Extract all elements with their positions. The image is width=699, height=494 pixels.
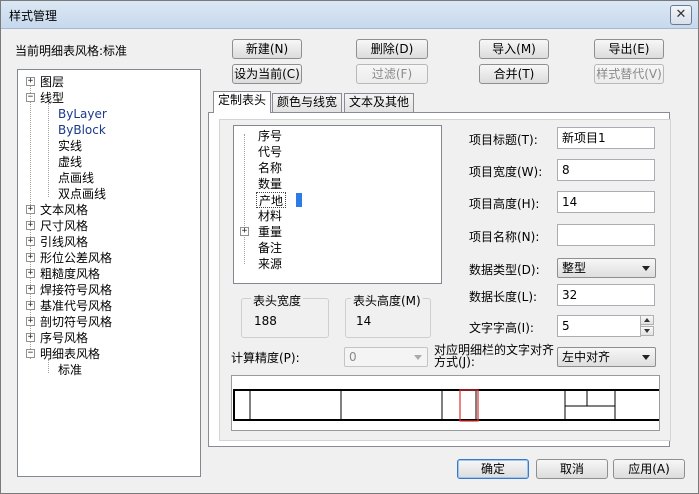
precision-label: 计算精度(P): (231, 351, 300, 365)
data-length-input[interactable]: 32 (557, 284, 655, 306)
selection-marker (296, 193, 302, 207)
header-width-label: 表头宽度 (251, 292, 304, 309)
tab-custom-header[interactable]: 定制表头 (213, 91, 272, 113)
alignment-label: 对应明细栏的文字对齐 方式(J): (434, 343, 555, 369)
data-type-label: 数据类型(D): (469, 263, 540, 277)
list-item[interactable]: 来源 (258, 256, 282, 272)
style-manager-dialog: 样式管理 ✕ 当前明细表风格:标准 新建(N) 删除(D) 导入(M) 导出(E… (0, 0, 699, 494)
chevron-down-icon (414, 355, 422, 360)
expand-icon[interactable]: + (26, 77, 35, 86)
merge-button[interactable]: 合并(T) (479, 64, 549, 84)
collapse-icon[interactable]: − (26, 93, 35, 102)
tree-item-double-dashdot[interactable]: 双点画线 (58, 186, 106, 202)
tree-item-bylayer[interactable]: ByLayer (58, 106, 107, 122)
export-button[interactable]: 导出(E) (594, 39, 664, 59)
tree-item-solid[interactable]: 实线 (58, 138, 82, 154)
precision-select[interactable]: 0 (344, 347, 428, 367)
list-item-selected[interactable]: 产地 (256, 192, 287, 208)
header-field-list[interactable]: 序号 代号 名称 数量 产地 材料 + 重量 备注 来源 (233, 125, 442, 284)
import-button[interactable]: 导入(M) (479, 39, 549, 59)
list-item[interactable]: 材料 (258, 208, 282, 224)
expand-icon[interactable]: + (26, 205, 35, 214)
expand-icon[interactable]: + (26, 253, 35, 262)
item-name-label: 项目名称(N): (469, 230, 540, 244)
list-item[interactable]: 名称 (258, 160, 282, 176)
list-item[interactable]: 序号 (258, 128, 282, 144)
header-height-value: 14 (356, 314, 372, 328)
expand-icon[interactable]: + (26, 285, 35, 294)
expand-icon[interactable]: + (26, 317, 35, 326)
current-style-label: 当前明细表风格:标准 (15, 44, 128, 58)
data-type-select[interactable]: 整型 (557, 258, 656, 278)
item-title-label: 项目标题(T): (469, 133, 538, 147)
expand-icon[interactable]: + (26, 333, 35, 342)
alignment-select[interactable]: 左中对齐 (557, 347, 656, 367)
item-height-input[interactable]: 14 (557, 191, 655, 213)
tree-item-dashed[interactable]: 虚线 (58, 154, 82, 170)
header-preview-drawing (233, 389, 659, 422)
expand-icon[interactable]: + (26, 237, 35, 246)
item-name-input[interactable] (557, 224, 655, 246)
ok-button[interactable]: 确定 (457, 459, 529, 479)
arrow-down-icon (644, 329, 650, 333)
item-title-input[interactable]: 新项目1 (557, 127, 655, 149)
apply-button[interactable]: 应用(A) (613, 459, 685, 479)
item-height-label: 项目高度(H): (469, 197, 540, 211)
data-length-label: 数据长度(L): (469, 290, 538, 304)
arrow-up-icon (644, 318, 650, 322)
expand-icon[interactable]: + (26, 301, 35, 310)
tree-item-byblock[interactable]: ByBlock (58, 122, 106, 138)
list-item[interactable]: 重量 (258, 224, 282, 240)
delete-button[interactable]: 删除(D) (356, 39, 428, 59)
close-icon: ✕ (675, 7, 687, 22)
spin-up-button[interactable] (640, 315, 654, 325)
text-height-label: 文字字高(I): (469, 321, 534, 335)
replace-style-button[interactable]: 样式替代(V) (594, 64, 664, 84)
tab-color-linewidth[interactable]: 颜色与线宽 (272, 93, 343, 112)
header-height-label: 表头高度(M) (351, 292, 423, 309)
header-preview (231, 375, 660, 431)
list-item[interactable]: 备注 (258, 240, 282, 256)
new-button[interactable]: 新建(N) (232, 39, 302, 59)
expand-icon[interactable]: + (240, 227, 249, 236)
filter-button[interactable]: 过滤(F) (356, 64, 428, 84)
tab-text-other[interactable]: 文本及其他 (344, 93, 415, 112)
chevron-down-icon (642, 355, 650, 360)
chevron-down-icon (642, 266, 650, 271)
set-current-button[interactable]: 设为当前(C) (232, 64, 302, 84)
window-title: 样式管理 (9, 9, 58, 23)
expand-icon[interactable]: + (26, 269, 35, 278)
close-button[interactable]: ✕ (670, 5, 692, 25)
list-item[interactable]: 代号 (258, 144, 282, 160)
header-width-value: 188 (254, 314, 277, 328)
style-tree[interactable]: + 图层 − 线型 ByLayer ByBlock 实线 虚线 点画线 双点画线… (17, 69, 201, 477)
collapse-icon[interactable]: − (26, 349, 35, 358)
expand-icon[interactable]: + (26, 221, 35, 230)
title-bar: 样式管理 ✕ (1, 1, 698, 29)
item-width-label: 项目宽度(W): (469, 165, 543, 179)
tree-item-bom-standard[interactable]: 标准 (58, 362, 82, 378)
text-height-input[interactable]: 5 (557, 315, 641, 337)
spin-down-button[interactable] (640, 326, 654, 336)
selected-column-highlight (459, 389, 479, 422)
list-item[interactable]: 数量 (258, 176, 282, 192)
item-width-input[interactable]: 8 (557, 159, 655, 181)
tree-item-dashdot[interactable]: 点画线 (58, 170, 94, 186)
cancel-button[interactable]: 取消 (536, 459, 608, 479)
